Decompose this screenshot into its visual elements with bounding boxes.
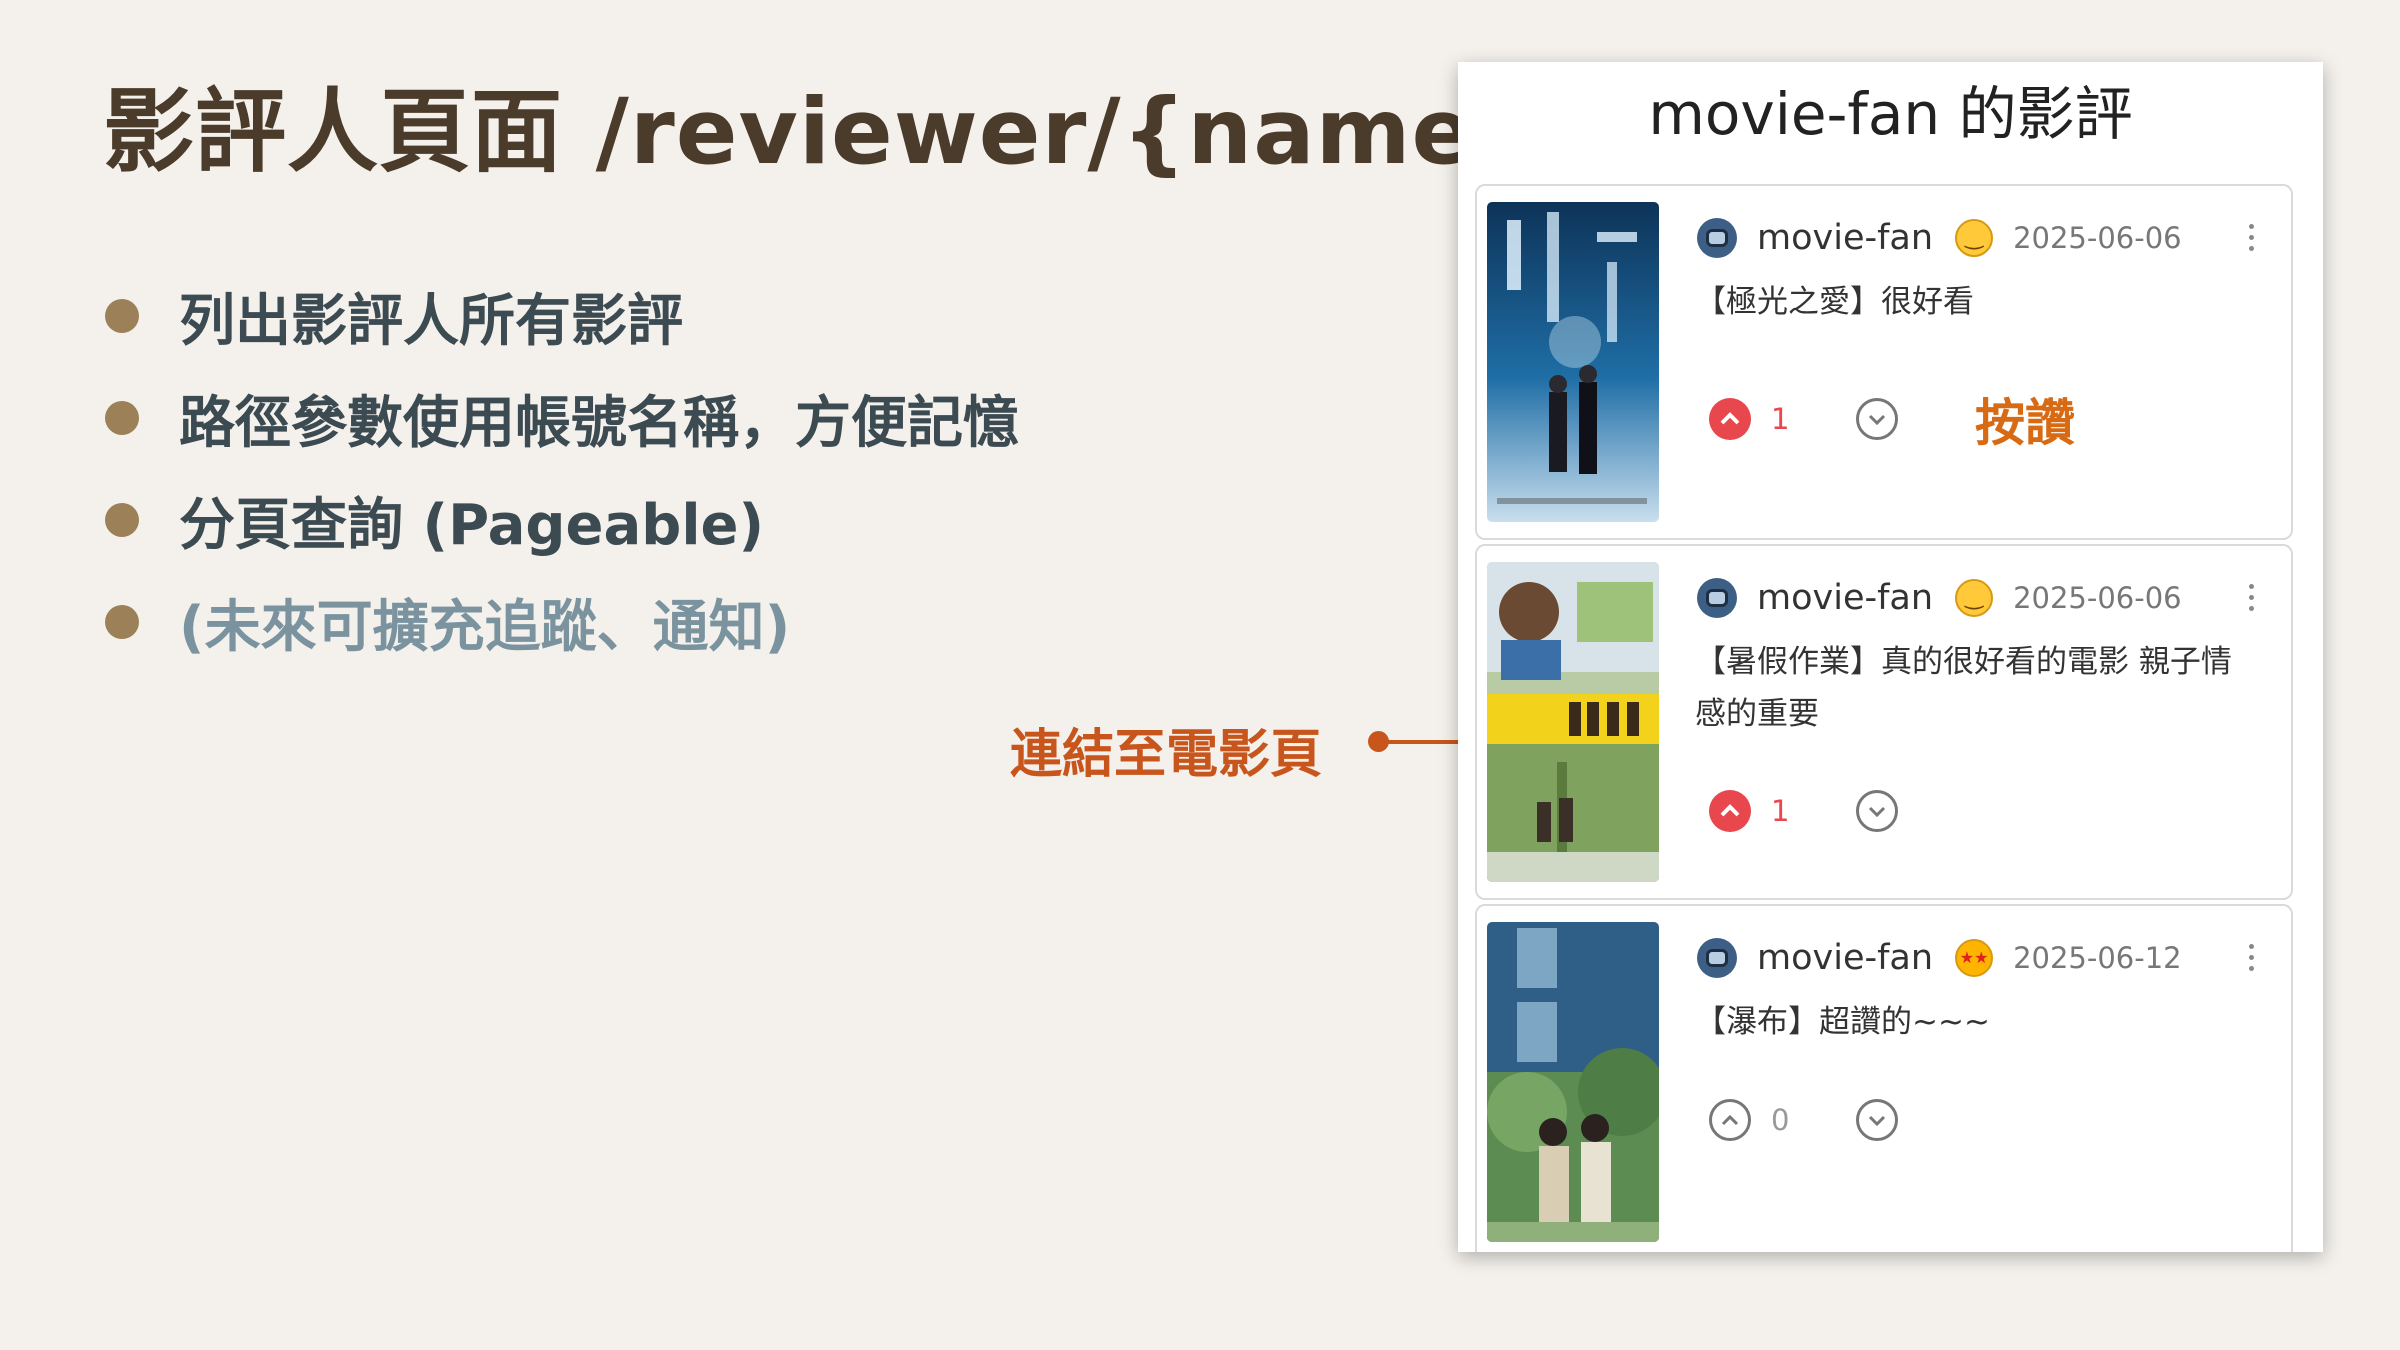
bullet-dot-icon [105,605,139,639]
downvote-button[interactable] [1856,398,1898,440]
movie-poster-image [1487,922,1659,1242]
upvote-count: 1 [1771,794,1790,828]
smile-emoji-icon: ‿ [1955,219,1994,257]
reviewer-page-screenshot: movie-fan 的影評 movie-fan ‿ 2025-06-06 【極光… [1458,62,2323,1252]
chevron-up-icon [1720,412,1740,425]
user-avatar[interactable] [1697,218,1737,258]
movie-poster-link[interactable] [1487,202,1659,522]
feature-text: (未來可擴充追蹤、通知) [179,594,791,660]
feature-item: 列出影評人所有影評 [105,265,1019,367]
review-header: movie-fan ★★ 2025-06-12 [1697,936,2182,980]
like-annotation: 按讚 [1975,394,2075,452]
upvote-button[interactable] [1709,790,1751,832]
bullet-dot-icon [105,503,139,537]
user-avatar[interactable] [1697,938,1737,978]
movie-poster-image [1487,202,1659,522]
feature-text: 分頁查詢 (Pageable) [179,492,765,558]
vote-controls: 1 按讚 [1709,383,2075,455]
more-options-icon[interactable] [2249,224,2255,252]
chevron-up-icon [1721,1114,1739,1126]
review-date: 2025-06-06 [2013,221,2182,255]
upvote-button[interactable] [1709,1099,1751,1141]
slide-title: 影評人頁面 /reviewer/{name} [103,80,1540,185]
review-header: movie-fan ‿ 2025-06-06 [1697,576,2182,620]
review-text: 【極光之愛】很好看 [1695,284,1974,320]
chevron-down-icon [1868,414,1886,425]
reviewer-name[interactable]: movie-fan [1757,938,1933,978]
upvote-button[interactable] [1709,398,1751,440]
movie-poster-link[interactable] [1487,922,1659,1242]
feature-text: 路徑參數使用帳號名稱，方便記憶 [179,390,1019,456]
review-header: movie-fan ‿ 2025-06-06 [1697,216,2182,260]
feature-text: 列出影評人所有影評 [179,288,683,354]
movie-poster-link[interactable] [1487,562,1659,882]
vote-controls: 1 [1709,790,1898,832]
upvote-count: 1 [1771,402,1790,436]
review-card: movie-fan ★★ 2025-06-12 【瀑布】超讚的~~~ 0 [1475,904,2293,1252]
review-card: movie-fan ‿ 2025-06-06 【極光之愛】很好看 1 按讚 [1475,184,2293,540]
downvote-button[interactable] [1856,1099,1898,1141]
vote-controls: 0 [1709,1099,1898,1141]
chevron-down-icon [1868,1115,1886,1126]
more-options-icon[interactable] [2249,944,2255,972]
downvote-button[interactable] [1856,790,1898,832]
chevron-down-icon [1868,806,1886,817]
review-card: movie-fan ‿ 2025-06-06 【暑假作業】真的很好看的電影 親子… [1475,544,2293,900]
movie-link-callout: 連結至電影頁 [1010,725,1323,785]
reviewer-name[interactable]: movie-fan [1757,218,1933,258]
chevron-up-icon [1720,804,1740,817]
feature-item-future: (未來可擴充追蹤、通知) [105,571,1019,673]
smile-emoji-icon: ‿ [1955,579,1994,617]
bullet-dot-icon [105,299,139,333]
user-avatar[interactable] [1697,578,1737,618]
feature-item: 分頁查詢 (Pageable) [105,469,1019,571]
bullet-dot-icon [105,401,139,435]
feature-list: 列出影評人所有影評 路徑參數使用帳號名稱，方便記憶 分頁查詢 (Pageable… [105,265,1019,673]
review-text: 【暑假作業】真的很好看的電影 親子情感的重要 [1695,644,2232,732]
reviewer-page-title: movie-fan 的影評 [1648,80,2133,148]
upvote-count: 0 [1771,1103,1790,1137]
review-text: 【瀑布】超讚的~~~ [1695,1004,1990,1040]
more-options-icon[interactable] [2249,584,2255,612]
reviewer-name[interactable]: movie-fan [1757,578,1933,618]
feature-item: 路徑參數使用帳號名稱，方便記憶 [105,367,1019,469]
review-date: 2025-06-12 [2013,941,2182,975]
movie-poster-image [1487,562,1659,882]
star-struck-emoji-icon: ★★ [1955,939,1994,977]
callout-dot-icon [1368,731,1389,752]
review-date: 2025-06-06 [2013,581,2182,615]
